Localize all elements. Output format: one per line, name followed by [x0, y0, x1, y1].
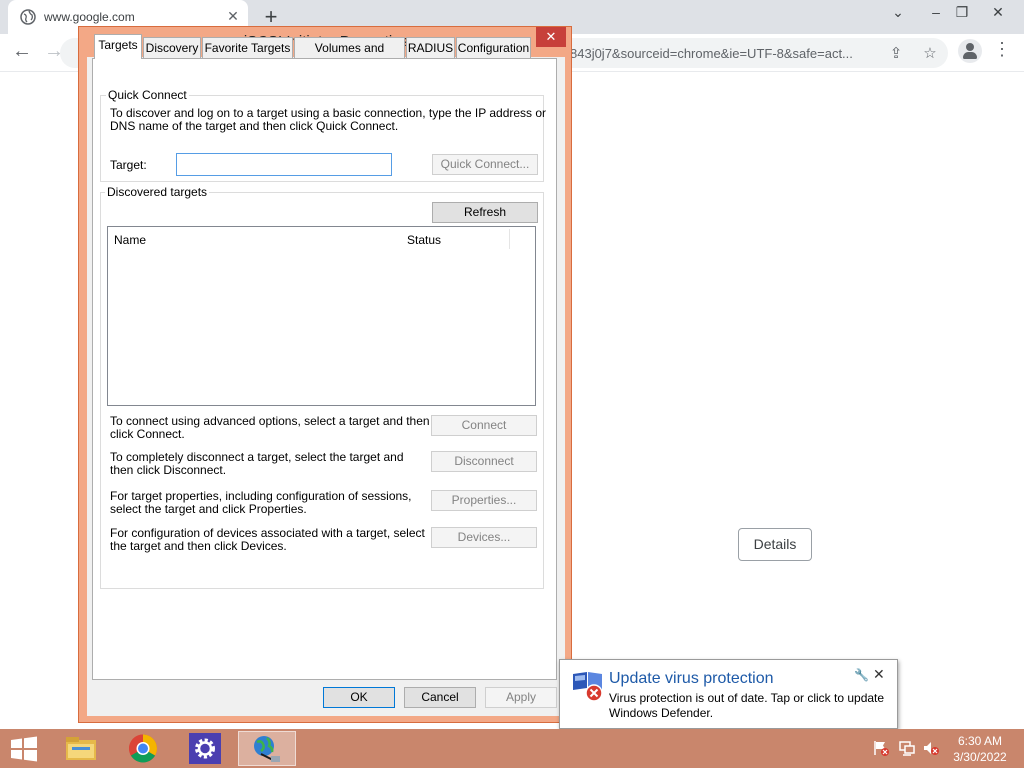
- connect-description-2: click Connect.: [110, 427, 185, 441]
- tab-title: www.google.com: [44, 10, 135, 24]
- settings-icon: [189, 733, 221, 764]
- start-button[interactable]: [9, 736, 39, 762]
- clock-date[interactable]: 3/30/2022: [944, 750, 1016, 764]
- tab-configuration[interactable]: Configuration: [456, 37, 531, 58]
- details-button[interactable]: Details: [738, 528, 812, 561]
- notification-title: Update virus protection: [609, 670, 774, 687]
- chrome-taskbar-item[interactable]: [114, 731, 172, 766]
- devices-button[interactable]: Devices...: [431, 527, 537, 548]
- taskbar: 6:30 AM 3/30/2022: [0, 729, 1024, 768]
- network-icon[interactable]: [898, 739, 916, 757]
- devices-description-2: the target and then click Devices.: [110, 539, 287, 553]
- close-icon[interactable]: ✕: [536, 27, 566, 47]
- chrome-icon: [129, 734, 157, 763]
- globe-icon: [20, 9, 36, 25]
- column-header-name[interactable]: Name: [114, 233, 146, 247]
- quick-connect-title: Quick Connect: [106, 88, 189, 102]
- quick-connect-button[interactable]: Quick Connect...: [432, 154, 538, 175]
- notification-settings-icon[interactable]: 🔧: [854, 668, 869, 682]
- tab-targets[interactable]: Targets: [94, 34, 142, 59]
- refresh-button[interactable]: Refresh: [432, 202, 538, 223]
- column-header-status[interactable]: Status: [407, 233, 441, 247]
- defender-flag-icon: [573, 672, 603, 702]
- restore-icon[interactable]: ❐: [950, 4, 974, 21]
- more-menu-icon[interactable]: ⋮: [992, 39, 1012, 60]
- clock-time[interactable]: 6:30 AM: [944, 734, 1016, 748]
- quick-connect-description-2: DNS name of the target and then click Qu…: [110, 119, 399, 133]
- close-tab-icon[interactable]: ✕: [224, 8, 242, 25]
- notification-message: Virus protection is out of date. Tap or …: [609, 691, 885, 720]
- virus-protection-notification[interactable]: Update virus protection Virus protection…: [559, 659, 898, 729]
- disconnect-description-2: then click Disconnect.: [110, 463, 227, 477]
- tab-discovery[interactable]: Discovery: [143, 37, 201, 58]
- chevron-down-icon[interactable]: ⌄: [886, 4, 910, 21]
- target-input[interactable]: [176, 153, 392, 176]
- file-explorer-icon: [66, 737, 96, 760]
- speaker-muted-icon[interactable]: [922, 739, 940, 757]
- file-explorer-taskbar-item[interactable]: [52, 731, 110, 766]
- properties-button[interactable]: Properties...: [431, 490, 537, 511]
- close-window-icon[interactable]: ✕: [986, 4, 1010, 21]
- discovered-targets-title: Discovered targets: [105, 185, 210, 199]
- back-arrow-icon[interactable]: ←: [10, 40, 34, 63]
- tab-radius[interactable]: RADIUS: [406, 37, 455, 58]
- connect-button[interactable]: Connect: [431, 415, 537, 436]
- tab-volumes-and-devices[interactable]: Volumes and Devices: [294, 37, 405, 75]
- tab-favorite-targets[interactable]: Favorite Targets: [202, 37, 293, 58]
- column-divider[interactable]: [509, 229, 510, 249]
- target-label: Target:: [110, 158, 147, 172]
- minimize-icon[interactable]: –: [924, 4, 948, 20]
- profile-icon[interactable]: [958, 39, 982, 63]
- action-center-flag-icon[interactable]: [872, 739, 890, 757]
- discovered-targets-list[interactable]: Name Status: [107, 226, 536, 406]
- url-text: 843j0j7&sourceid=chrome&ie=UTF-8&safe=ac…: [570, 46, 853, 61]
- settings-taskbar-item[interactable]: [176, 731, 234, 766]
- iscsi-taskbar-item[interactable]: [238, 731, 296, 766]
- cancel-button[interactable]: Cancel: [404, 687, 476, 708]
- notification-close-icon[interactable]: ✕: [873, 666, 885, 683]
- iscsi-initiator-icon: [254, 736, 280, 762]
- disconnect-button[interactable]: Disconnect: [431, 451, 537, 472]
- properties-description-2: select the target and click Properties.: [110, 502, 307, 516]
- share-icon[interactable]: ⇪: [886, 44, 906, 64]
- apply-button[interactable]: Apply: [485, 687, 557, 708]
- ok-button[interactable]: OK: [323, 687, 395, 708]
- star-icon[interactable]: ☆: [920, 44, 940, 64]
